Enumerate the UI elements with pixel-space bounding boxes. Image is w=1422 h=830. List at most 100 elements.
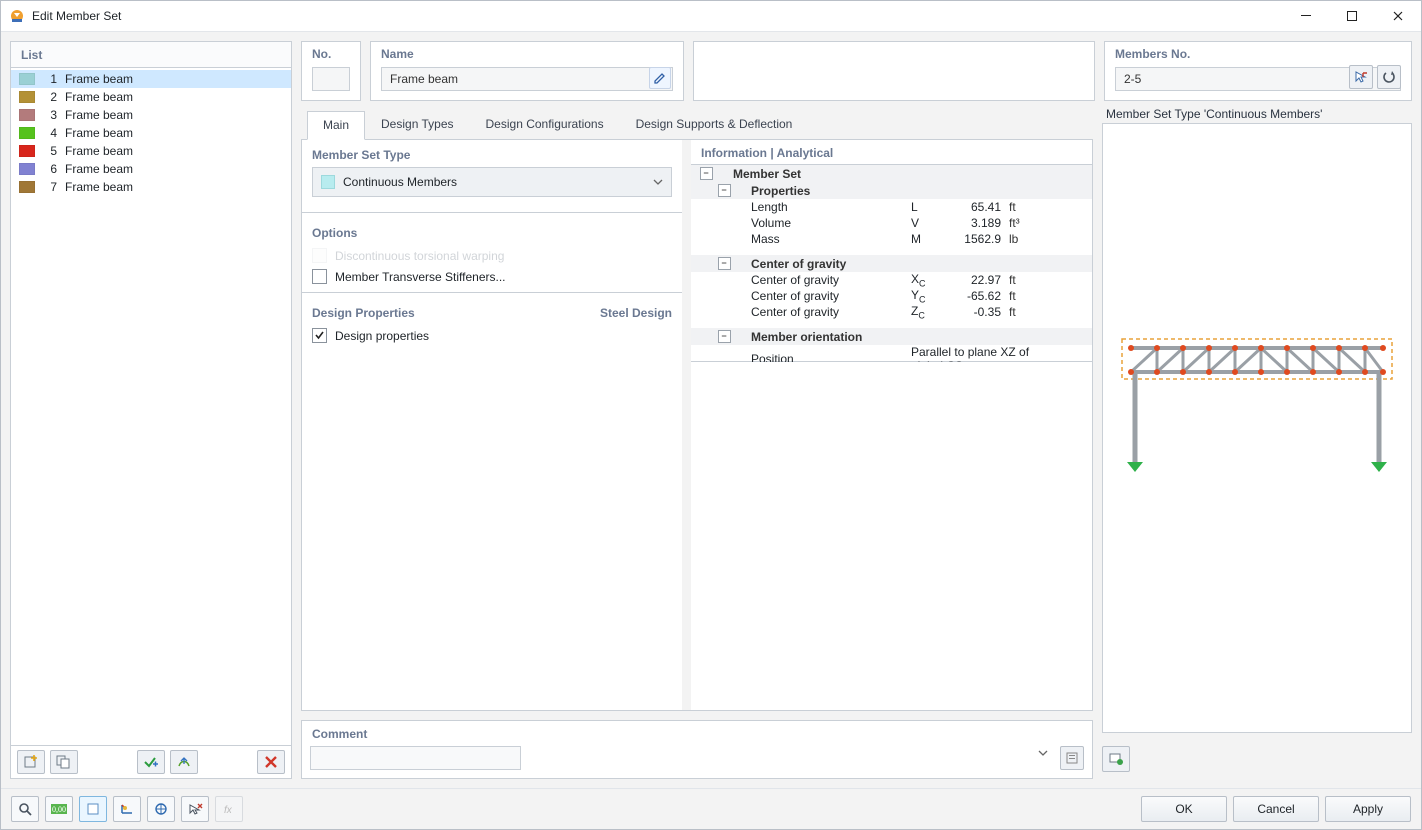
color-swatch-icon [19, 163, 35, 175]
new-icon [23, 755, 39, 769]
chevron-down-icon[interactable] [1038, 750, 1048, 756]
reverse-members-button[interactable] [1377, 65, 1401, 89]
window-controls [1283, 1, 1421, 31]
list-item[interactable]: 7 Frame beam [11, 178, 291, 196]
maximize-button[interactable] [1329, 1, 1375, 31]
export-icon [176, 755, 192, 769]
check-icon [143, 755, 159, 769]
new-item-button[interactable] [17, 750, 45, 774]
view-mode-2-button[interactable] [113, 796, 141, 822]
frame-icon [86, 802, 100, 816]
checkbox-icon[interactable] [312, 328, 327, 343]
list-item-label: Frame beam [65, 162, 283, 176]
view-mode-3-button[interactable] [147, 796, 175, 822]
help-button[interactable] [11, 796, 39, 822]
list-item-label: Frame beam [65, 72, 283, 86]
apply-label: Apply [1353, 802, 1383, 816]
reverse-icon [1382, 70, 1396, 84]
opt-transverse-stiffeners[interactable]: Member Transverse Stiffeners... [302, 266, 682, 287]
checkbox-icon[interactable] [312, 269, 327, 284]
header-spacer [693, 41, 1095, 101]
info-header: Information | Analytical [691, 140, 1092, 165]
no-input[interactable] [312, 67, 350, 91]
minimize-button[interactable] [1283, 1, 1329, 31]
preview-canvas[interactable] [1102, 123, 1412, 733]
comment-input[interactable] [310, 746, 521, 770]
member-set-type-label: Member Set Type [302, 140, 682, 167]
titlebar: Edit Member Set [1, 1, 1421, 32]
ok-button[interactable]: OK [1141, 796, 1227, 822]
list-header: List [11, 42, 291, 68]
list-column: List 1 Frame beam 2 Frame beam 3 Frame b… [10, 41, 292, 779]
preview-column: Member Set Type 'Continuous Members' [1102, 101, 1412, 779]
design-properties-header: Design Properties Steel Design [302, 298, 682, 325]
list-item-num: 3 [43, 108, 57, 122]
comment-box: Comment [301, 720, 1093, 779]
apply-button[interactable]: Apply [1325, 796, 1411, 822]
member-set-type-value: Continuous Members [343, 175, 457, 189]
cancel-button[interactable]: Cancel [1233, 796, 1319, 822]
view-mode-4-button[interactable] [181, 796, 209, 822]
check-button[interactable] [137, 750, 165, 774]
list-item[interactable]: 6 Frame beam [11, 160, 291, 178]
members-label: Members No. [1105, 42, 1411, 61]
list-item-label: Frame beam [65, 144, 283, 158]
preview-settings-button[interactable] [1102, 746, 1130, 772]
right-column: No. Name Members No. [301, 41, 1412, 779]
dialog-body: List 1 Frame beam 2 Frame beam 3 Frame b… [1, 32, 1421, 788]
pick-members-button[interactable] [1349, 65, 1373, 89]
list-toolbar [11, 745, 291, 778]
comment-label: Comment [310, 721, 1084, 746]
list-item[interactable]: 4 Frame beam [11, 124, 291, 142]
list-body[interactable]: 1 Frame beam 2 Frame beam 3 Frame beam 4… [11, 68, 291, 745]
delete-icon [264, 755, 278, 769]
list-item[interactable]: 1 Frame beam [11, 70, 291, 88]
color-swatch-icon [19, 127, 35, 139]
pencil-icon [654, 72, 666, 84]
tab-design-configurations[interactable]: Design Configurations [470, 110, 620, 139]
info-panel: Information | Analytical −Member Set−Pro… [691, 140, 1092, 710]
name-edit-button[interactable] [649, 67, 671, 89]
tabs: MainDesign TypesDesign ConfigurationsDes… [301, 110, 1093, 139]
fx-button: fx [215, 796, 243, 822]
delete-item-button[interactable] [257, 750, 285, 774]
list-item-label: Frame beam [65, 126, 283, 140]
view-settings-icon [1108, 751, 1124, 767]
color-swatch-icon [19, 109, 35, 121]
comment-extra-button[interactable] [1060, 746, 1084, 770]
comment-row: Comment [301, 720, 1093, 779]
name-input[interactable] [381, 67, 673, 91]
units-button[interactable]: 0,00 [45, 796, 73, 822]
steel-design-link[interactable]: Steel Design [600, 306, 672, 320]
cancel-label: Cancel [1257, 802, 1294, 816]
list-item[interactable]: 2 Frame beam [11, 88, 291, 106]
type-swatch-icon [321, 175, 335, 189]
ok-label: OK [1175, 802, 1192, 816]
list-item-num: 5 [43, 144, 57, 158]
tab-design-supports-deflection[interactable]: Design Supports & Deflection [620, 110, 809, 139]
magnifier-icon [18, 802, 32, 816]
list-item-label: Frame beam [65, 90, 283, 104]
list-item[interactable]: 5 Frame beam [11, 142, 291, 160]
export-button[interactable] [170, 750, 198, 774]
list-item-num: 2 [43, 90, 57, 104]
list-item-num: 4 [43, 126, 57, 140]
window-title: Edit Member Set [32, 9, 1283, 23]
close-button[interactable] [1375, 1, 1421, 31]
dialog-edit-member-set: Edit Member Set List 1 Frame beam 2 Fram… [0, 0, 1422, 830]
name-label: Name [371, 42, 683, 61]
list-item[interactable]: 3 Frame beam [11, 106, 291, 124]
list-item-num: 6 [43, 162, 57, 176]
app-icon [9, 8, 25, 24]
tab-main[interactable]: Main [307, 111, 365, 140]
list-item-label: Frame beam [65, 108, 283, 122]
tab-design-types[interactable]: Design Types [365, 110, 470, 139]
member-set-type-select[interactable]: Continuous Members [312, 167, 672, 197]
view-mode-1-button[interactable] [79, 796, 107, 822]
design-properties-checkbox[interactable]: Design properties [302, 325, 682, 346]
copy-item-button[interactable] [50, 750, 78, 774]
opt-discontinuous-warping: Discontinuous torsional warping [302, 245, 682, 266]
info-tree[interactable]: −Member Set−PropertiesLengthL65.41ftVolu… [691, 165, 1092, 362]
header-row: No. Name Members No. [301, 41, 1412, 101]
no-label: No. [302, 42, 360, 61]
